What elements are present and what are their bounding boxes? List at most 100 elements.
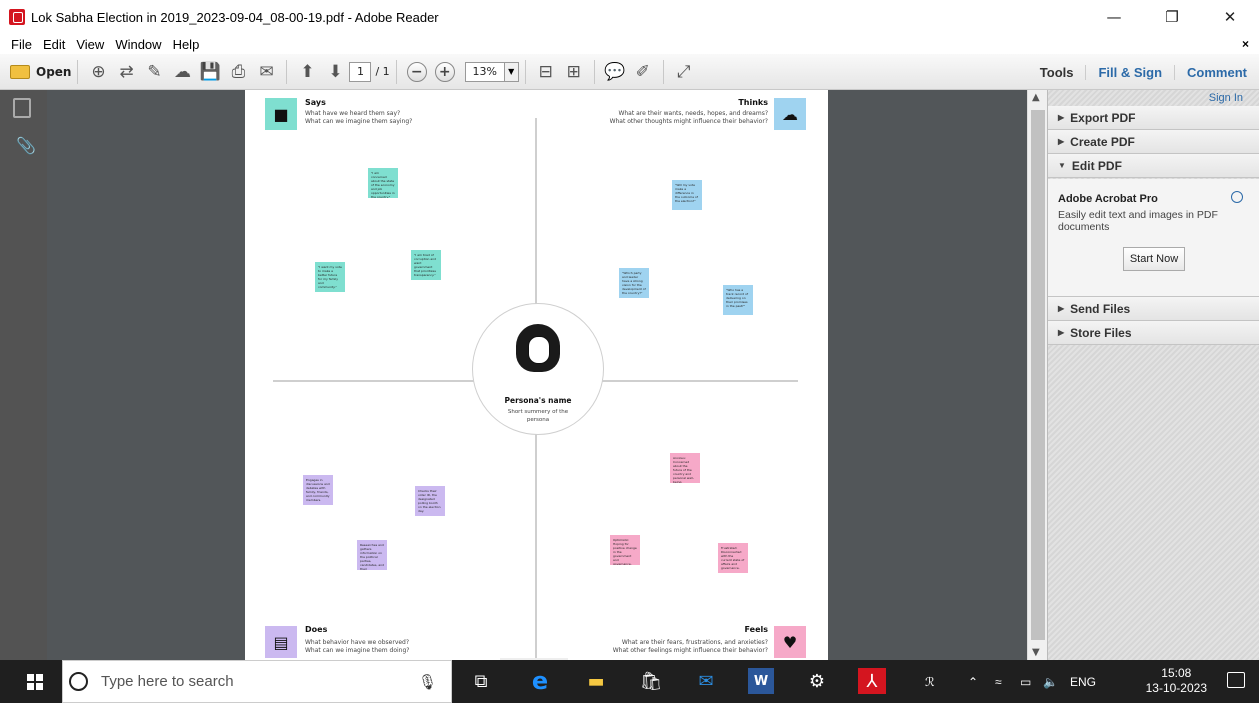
menu-edit[interactable]: Edit [43, 37, 65, 52]
adobe-reader-icon [9, 9, 25, 25]
scroll-up-icon[interactable]: ▲ [1032, 92, 1040, 103]
sticky-note: Optimistic: Hoping for positive change i… [610, 535, 640, 565]
fit-width-icon[interactable]: ⊞ [562, 60, 586, 84]
create-pdf-icon[interactable]: ⊕ [86, 60, 110, 84]
clock[interactable]: 15:08 13-10-2023 [1146, 666, 1207, 696]
show-hidden-icons-icon[interactable]: ⌃ [968, 660, 978, 703]
feels-subtitle-2: What other feelings might influence thei… [612, 647, 768, 654]
edit-icon[interactable]: ✎ [142, 60, 166, 84]
taskbar-search-box[interactable]: Type here to search 🎙 [62, 660, 452, 703]
people-icon[interactable]: ℛ [925, 660, 935, 703]
sign-in-link[interactable]: Sign In [1209, 92, 1243, 104]
wifi-icon[interactable]: ≈ [995, 660, 1002, 703]
create-pdf-section[interactable]: ▶ Create PDF [1048, 130, 1259, 154]
minimize-button[interactable]: — [1085, 0, 1143, 34]
edit-pdf-section[interactable]: ▼ Edit PDF [1048, 154, 1259, 178]
expand-arrow-icon: ▶ [1058, 113, 1065, 122]
does-subtitle-1: What behavior have we observed? [305, 639, 410, 646]
expand-arrow-icon: ▶ [1058, 328, 1065, 337]
zoom-out-button[interactable]: − [406, 61, 427, 82]
zoom-in-button[interactable]: + [434, 61, 455, 82]
menu-window[interactable]: Window [115, 37, 161, 52]
fill-sign-tab[interactable]: Fill & Sign [1085, 64, 1174, 80]
volume-icon[interactable]: 🔈 [1043, 660, 1058, 703]
next-page-icon[interactable]: ⬇ [323, 60, 347, 84]
sticky-note: "I am tired of corruption and want gover… [411, 250, 441, 280]
sticky-note: Researches and gathers information on th… [357, 540, 387, 570]
window-title: Lok Sabha Election in 2019_2023-09-04_08… [31, 9, 439, 25]
prev-page-icon[interactable]: ⬆ [295, 60, 319, 84]
says-title: Says [305, 98, 326, 107]
document-viewport[interactable]: ■ Says What have we heard them say? What… [47, 90, 1027, 660]
menu-view[interactable]: View [76, 37, 104, 52]
adobe-reader-taskbar-icon[interactable]: ⅄ [858, 668, 886, 694]
acrobat-pro-title: Adobe Acrobat Pro [1058, 193, 1158, 205]
attachments-icon[interactable]: 📎 [16, 136, 36, 155]
collapse-arrow-icon: ▼ [1058, 161, 1066, 170]
sticky-note: "Will my vote make a difference in the o… [672, 180, 702, 210]
thinks-subtitle-2: What other thoughts might influence thei… [609, 118, 768, 125]
tools-tab[interactable]: Tools [1028, 65, 1086, 80]
persona-avatar-icon [516, 324, 560, 372]
toolbar-divider [395, 59, 397, 84]
microphone-icon[interactable]: 🎙 [418, 673, 437, 691]
word-icon[interactable]: W [748, 668, 774, 694]
page-number-input[interactable]: 1 [349, 61, 372, 82]
close-document-button[interactable]: × [1242, 37, 1249, 51]
scrollbar-thumb[interactable] [1031, 110, 1045, 640]
zoom-dropdown-icon[interactable]: ▼ [504, 61, 519, 82]
open-button[interactable]: Open [10, 60, 71, 84]
close-button[interactable]: ✕ [1201, 0, 1259, 34]
left-navigation-pane: 📎 [0, 90, 47, 660]
fit-page-icon[interactable]: ⊟ [534, 60, 558, 84]
toolbar-divider [662, 59, 664, 84]
store-files-section[interactable]: ▶ Store Files [1048, 321, 1259, 345]
windows-start-icon[interactable] [27, 674, 43, 690]
language-indicator[interactable]: ENG [1070, 660, 1096, 703]
search-placeholder: Type here to search [101, 673, 234, 690]
email-icon[interactable]: ✉ [254, 60, 278, 84]
sticky-note: "I want my vote to make a better future … [315, 262, 345, 292]
restore-button[interactable]: ❐ [1143, 0, 1201, 34]
task-view-icon[interactable]: ⧉ [468, 668, 494, 694]
persona-circle: Persona's name Short summery of the pers… [472, 303, 604, 435]
save-icon[interactable]: 💾 [198, 60, 222, 84]
sticky-note: "I am concerned about the state of the e… [368, 168, 398, 198]
expand-arrow-icon: ▶ [1058, 304, 1065, 313]
sticky-note: Frustrated: Disconnected with the curren… [718, 543, 748, 573]
scroll-down-icon[interactable]: ▼ [1032, 647, 1040, 658]
fullscreen-icon[interactable]: ⤢ [672, 60, 696, 84]
file-explorer-icon[interactable]: ▬ [583, 668, 609, 694]
convert-icon[interactable]: ⇄ [114, 60, 138, 84]
says-subtitle-1: What have we heard them say? [305, 110, 401, 117]
menu-help[interactable]: Help [173, 37, 200, 52]
cortana-icon [69, 672, 88, 691]
folder-icon [10, 64, 30, 79]
upload-icon[interactable]: ☁ [170, 60, 194, 84]
clipboard-icon: ▤ [265, 626, 297, 658]
start-now-button[interactable]: Start Now [1123, 247, 1185, 271]
export-pdf-section[interactable]: ▶ Export PDF [1048, 106, 1259, 130]
persona-summary: Short summery of the persona [507, 409, 569, 423]
sticky-note: Engages in discussions and debates with … [303, 475, 333, 505]
send-files-section[interactable]: ▶ Send Files [1048, 297, 1259, 321]
store-icon[interactable]: 🛍 [638, 668, 664, 694]
edge-browser-icon[interactable]: e [527, 667, 553, 695]
says-subtitle-2: What can we imagine them saying? [305, 118, 413, 125]
comment-icon[interactable]: 💬 [603, 60, 627, 84]
page-thumbnails-icon[interactable] [13, 98, 31, 118]
battery-icon[interactable]: ▭ [1020, 660, 1031, 703]
vertical-scrollbar[interactable]: ▲ ▼ [1027, 90, 1047, 660]
mail-icon[interactable]: ✉ [693, 668, 719, 694]
clock-time: 15:08 [1161, 666, 1192, 680]
settings-gear-icon[interactable]: ⚙ [804, 668, 830, 694]
acrobat-pro-description: Easily edit text and images in PDF docum… [1058, 209, 1218, 233]
zoom-input[interactable]: 13% [464, 61, 505, 82]
comment-tab[interactable]: Comment [1174, 64, 1259, 80]
toolbar: Open ⊕ ⇄ ✎ ☁ 💾 ⎙ ✉ ⬆ ⬇ 1 / 1 − + 13% ▼ ⊟… [0, 54, 1259, 90]
print-icon[interactable]: ⎙ [226, 60, 250, 84]
notifications-icon[interactable] [1227, 672, 1245, 688]
toolbar-divider [524, 59, 526, 84]
menu-file[interactable]: File [11, 37, 32, 52]
highlight-icon[interactable]: ✐ [631, 60, 655, 84]
